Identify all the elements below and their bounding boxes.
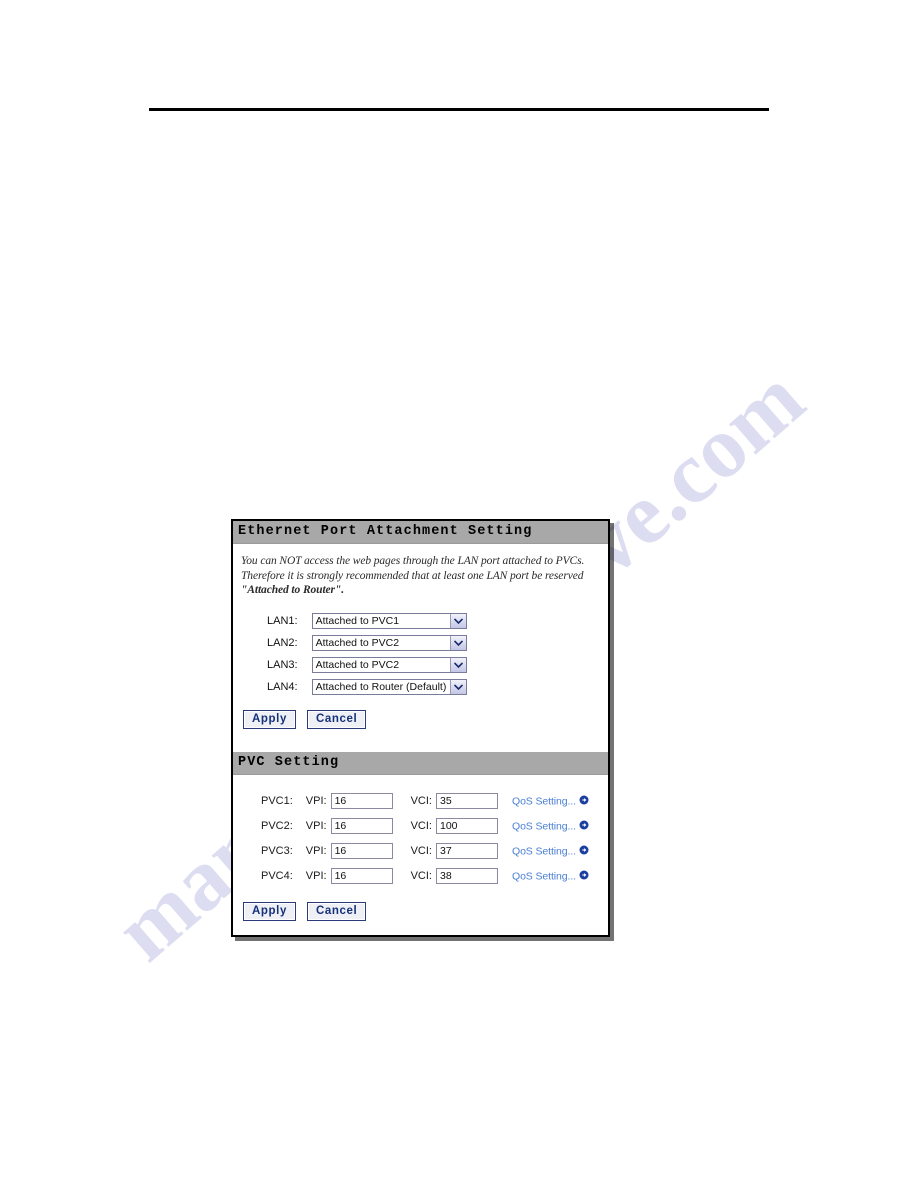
pvc3-vci-label: VCI:	[410, 845, 432, 857]
table-row: LAN2: Attached to PVC2	[267, 632, 467, 654]
pvc3-vpi-input[interactable]: 16	[330, 843, 393, 859]
lan1-attachment-select[interactable]: Attached to PVC1	[311, 612, 467, 629]
page-header-rule	[149, 108, 769, 111]
table-row: LAN1: Attached to PVC1	[267, 610, 467, 632]
chevron-down-icon[interactable]	[449, 679, 466, 694]
lan3-attachment-select[interactable]: Attached to PVC2	[311, 656, 467, 673]
lan-attachment-table: LAN1: Attached to PVC1 LAN2: Attached to…	[267, 610, 467, 698]
pvc3-vci-input[interactable]: 37	[436, 843, 498, 859]
pvc4-vpi-input[interactable]: 16	[330, 868, 393, 884]
router-config-panel: Ethernet Port Attachment Setting You can…	[231, 519, 610, 937]
lan1-selected-value: Attached to PVC1	[315, 614, 400, 627]
pvc-section-body: PVC1: VPI: 16 VCI: 35 QoS Setting... PVC…	[233, 774, 608, 935]
pvc1-vpi-input[interactable]: 16	[330, 793, 393, 809]
pvc2-vpi-label: VPI:	[305, 820, 327, 832]
pvc2-vci-label: VCI:	[410, 820, 432, 832]
ethernet-intro-text: You can NOT access the web pages through…	[241, 554, 598, 598]
lan4-selected-value: Attached to Router (Default)	[315, 680, 447, 693]
table-row: LAN3: Attached to PVC2	[267, 654, 467, 676]
pvc2-qos-setting-link[interactable]: QoS Setting...	[512, 820, 576, 832]
lan2-attachment-select[interactable]: Attached to PVC2	[311, 634, 467, 651]
pvc2-label: PVC2:	[261, 820, 293, 832]
qos-help-icon[interactable]	[579, 845, 589, 858]
pvc1-vpi-label: VPI:	[305, 795, 327, 807]
intro-line-3: "Attached to Router".	[241, 584, 344, 596]
pvc1-qos-setting-link[interactable]: QoS Setting...	[512, 795, 576, 807]
lan2-selected-value: Attached to PVC2	[315, 636, 400, 649]
spacer	[393, 840, 411, 865]
spacer	[393, 815, 411, 840]
pvc4-qos-setting-link[interactable]: QoS Setting...	[512, 870, 576, 882]
ethernet-section-body: You can NOT access the web pages through…	[233, 544, 608, 743]
pvc-cancel-button[interactable]: Cancel	[307, 901, 367, 921]
spacer	[393, 865, 411, 890]
pvc3-label: PVC3:	[261, 845, 293, 857]
qos-help-icon[interactable]	[579, 820, 589, 833]
pvc-apply-button[interactable]: Apply	[243, 901, 296, 921]
pvc2-vpi-input[interactable]: 16	[330, 818, 393, 834]
table-row: LAN4: Attached to Router (Default)	[267, 676, 467, 698]
qos-help-icon[interactable]	[579, 795, 589, 808]
section-divider	[233, 742, 608, 752]
ethernet-button-row: Apply Cancel	[243, 709, 598, 729]
pvc1-label: PVC1:	[261, 795, 293, 807]
lan2-label: LAN2:	[267, 636, 298, 649]
pvc4-vci-input[interactable]: 38	[436, 868, 498, 884]
lan3-label: LAN3:	[267, 658, 298, 671]
pvc3-qos-setting-link[interactable]: QoS Setting...	[512, 845, 576, 857]
table-row: PVC3: VPI: 16 VCI: 37 QoS Setting...	[261, 840, 589, 865]
lan3-selected-value: Attached to PVC2	[315, 658, 400, 671]
pvc1-vci-label: VCI:	[410, 795, 432, 807]
pvc-settings-table: PVC1: VPI: 16 VCI: 35 QoS Setting... PVC…	[261, 790, 589, 890]
pvc4-vci-label: VCI:	[410, 870, 432, 882]
pvc4-label: PVC4:	[261, 870, 293, 882]
pvc1-vci-input[interactable]: 35	[436, 793, 498, 809]
intro-line-1: You can NOT access the web pages through…	[241, 555, 585, 567]
chevron-down-icon[interactable]	[449, 635, 466, 650]
table-row: PVC4: VPI: 16 VCI: 38 QoS Setting...	[261, 865, 589, 890]
ethernet-cancel-button[interactable]: Cancel	[307, 709, 367, 729]
lan4-label: LAN4:	[267, 680, 298, 693]
pvc-section-title: PVC Setting	[233, 751, 608, 775]
lan4-attachment-select[interactable]: Attached to Router (Default)	[311, 678, 467, 695]
spacer	[393, 790, 411, 815]
ethernet-section-title: Ethernet Port Attachment Setting	[233, 521, 608, 544]
lan1-label: LAN1:	[267, 614, 298, 627]
pvc3-vpi-label: VPI:	[305, 845, 327, 857]
table-row: PVC2: VPI: 16 VCI: 100 QoS Setting...	[261, 815, 589, 840]
pvc4-vpi-label: VPI:	[305, 870, 327, 882]
intro-line-2: Therefore it is strongly recommended tha…	[241, 569, 584, 582]
chevron-down-icon[interactable]	[449, 613, 466, 628]
table-row: PVC1: VPI: 16 VCI: 35 QoS Setting...	[261, 790, 589, 815]
ethernet-apply-button[interactable]: Apply	[243, 709, 296, 729]
pvc2-vci-input[interactable]: 100	[436, 818, 498, 834]
qos-help-icon[interactable]	[579, 870, 589, 883]
pvc-button-row: Apply Cancel	[243, 901, 598, 921]
chevron-down-icon[interactable]	[449, 657, 466, 672]
